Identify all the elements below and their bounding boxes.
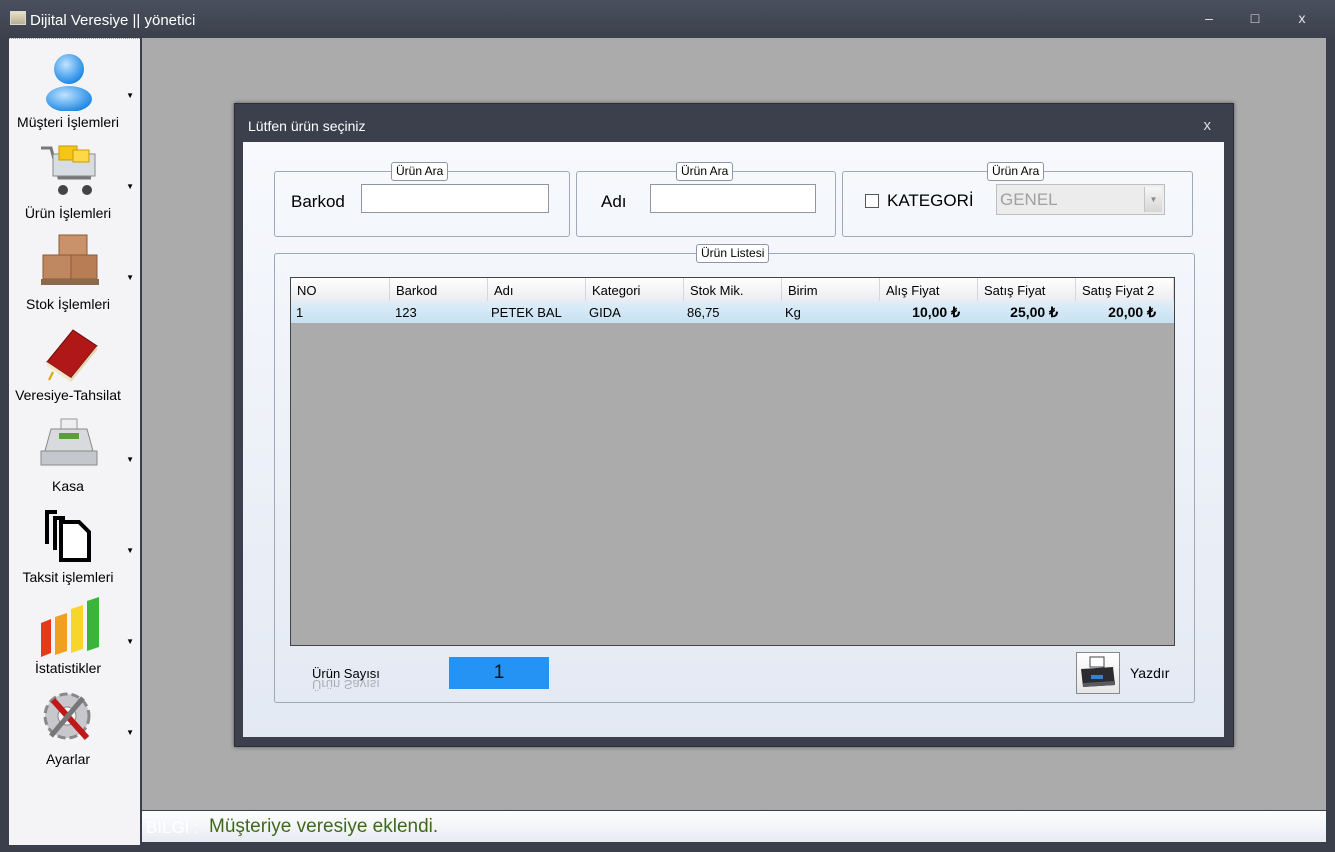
product-select-dialog: Lütfen ürün seçiniz x Ürün Ara Barkod Ür… (234, 103, 1234, 747)
column-header[interactable]: Kategori (586, 278, 684, 301)
category-select-value: GENEL (1000, 190, 1058, 209)
print-label: Yazdır (1130, 665, 1170, 681)
sidebar-item-taksit[interactable]: Taksit işlemleri ▼ (9, 498, 140, 589)
dialog-title: Lütfen ürün seçiniz (248, 118, 366, 134)
app-icon (10, 11, 26, 25)
column-header[interactable]: Alış Fiyat (880, 278, 978, 301)
user-icon (46, 54, 92, 111)
sidebar-item-veresiye[interactable]: Veresiye-Tahsilat (9, 316, 140, 407)
sidebar-item-urun[interactable]: Ürün İşlemleri ▼ (9, 134, 140, 225)
close-button[interactable]: x (1287, 10, 1317, 32)
column-header[interactable]: Satış Fiyat 2 (1076, 278, 1174, 301)
maximize-button[interactable]: □ (1240, 10, 1270, 32)
print-button[interactable] (1076, 652, 1120, 694)
table-row[interactable]: 1 123 PETEK BAL GIDA 86,75 Kg 10,00 ₺ 25… (291, 301, 1174, 323)
sidebar-item-musteri[interactable]: Müşteri İşlemleri ▼ (9, 43, 140, 134)
shopping-cart-icon (41, 145, 96, 195)
status-bar: BİLGİ : Müşteriye veresiye eklendi. (142, 811, 1326, 842)
dropdown-caret-icon: ▼ (126, 455, 134, 464)
sidebar-item-stok[interactable]: Stok İşlemleri ▼ (9, 225, 140, 316)
dialog-body: Ürün Ara Barkod Ürün Ara Adı Ürün Ara KA… (243, 142, 1224, 737)
adi-label: Adı (601, 192, 627, 211)
sidebar-item-label: Kasa (52, 478, 84, 494)
dropdown-caret-icon: ▼ (126, 182, 134, 191)
product-grid[interactable]: NO Barkod Adı Kategori Stok Mik. Birim A… (290, 277, 1175, 646)
status-message: Müşteriye veresiye eklendi. (209, 816, 439, 837)
product-count-label: Ürün Sayısı Ürün Sayısı (312, 666, 380, 692)
sidebar-item-label: Stok İşlemleri (25, 296, 111, 312)
barkod-search-input[interactable] (361, 184, 549, 213)
search-adi-group: Ürün Ara Adı (576, 162, 836, 237)
column-header[interactable]: NO (291, 278, 390, 301)
dropdown-caret-icon: ▼ (126, 546, 134, 555)
sidebar-item-kasa[interactable]: Kasa ▼ (9, 407, 140, 498)
dialog-close-button[interactable]: x (1204, 117, 1212, 134)
category-label: KATEGORİ (887, 191, 974, 210)
barkod-label: Barkod (291, 192, 345, 211)
dropdown-caret-icon: ▼ (126, 91, 134, 100)
search-kategori-group: Ürün Ara KATEGORİ GENEL ▼ (842, 162, 1193, 237)
sidebar-item-istatistik[interactable]: İstatistikler ▼ (9, 589, 140, 680)
cell-adi: PETEK BAL (491, 305, 562, 320)
column-header[interactable]: Stok Mik. (684, 278, 782, 301)
ledger-book-icon (46, 329, 98, 382)
printer-icon (1081, 656, 1115, 687)
column-header[interactable]: Satış Fiyat (978, 278, 1076, 301)
group-legend: Ürün Listesi (696, 244, 770, 263)
sidebar: Müşteri İşlemleri ▼ Ürün İşlemleri ▼ Sto… (9, 38, 140, 845)
cell-satis-fiyat: 25,00 ₺ (1010, 304, 1058, 320)
dropdown-caret-icon: ▼ (126, 273, 134, 282)
grid-header: NO Barkod Adı Kategori Stok Mik. Birim A… (291, 278, 1174, 302)
category-select[interactable]: GENEL ▼ (996, 184, 1165, 215)
product-count-label-reflection: Ürün Sayısı (312, 677, 380, 692)
settings-tools-icon (43, 692, 91, 741)
dropdown-caret-icon: ▼ (126, 728, 134, 737)
cell-birim: Kg (785, 305, 801, 320)
window-title-bar: Dijital Veresiye || yönetici – □ x (0, 0, 1335, 38)
cell-stok: 86,75 (687, 305, 720, 320)
cash-register-icon (40, 418, 98, 466)
cell-satis-fiyat-2: 20,00 ₺ (1108, 304, 1156, 320)
dropdown-caret-icon: ▼ (126, 637, 134, 646)
minimize-button[interactable]: – (1194, 10, 1224, 32)
sidebar-item-label: Veresiye-Tahsilat (15, 387, 121, 403)
cell-no: 1 (296, 305, 304, 320)
sidebar-item-label: Taksit işlemleri (22, 569, 114, 585)
sidebar-item-label: Müşteri İşlemleri (17, 114, 119, 130)
group-legend: Ürün Ara (391, 162, 449, 181)
status-label: BİLGİ : (146, 818, 199, 837)
cell-kategori: GIDA (589, 305, 621, 320)
search-barkod-group: Ürün Ara Barkod (274, 162, 570, 237)
name-search-input[interactable] (650, 184, 816, 213)
sidebar-item-label: Ürün İşlemleri (24, 205, 112, 221)
column-header[interactable]: Birim (782, 278, 880, 301)
column-header[interactable]: Adı (488, 278, 586, 301)
category-checkbox[interactable] (865, 194, 879, 208)
bar-chart-icon (41, 597, 99, 657)
product-count-value: 1 (449, 657, 549, 689)
cell-alis-fiyat: 10,00 ₺ (912, 304, 960, 320)
product-list-group: Ürün Listesi NO Barkod Adı Kategori Stok… (274, 244, 1195, 703)
group-legend: Ürün Ara (987, 162, 1045, 181)
sidebar-item-label: Ayarlar (45, 751, 91, 767)
chevron-down-icon[interactable]: ▼ (1144, 187, 1162, 212)
cell-barkod: 123 (395, 305, 417, 320)
documents-icon (45, 510, 91, 562)
sidebar-item-ayarlar[interactable]: Ayarlar ▼ (9, 680, 140, 771)
column-header[interactable]: Barkod (390, 278, 488, 301)
boxes-icon (41, 234, 99, 285)
sidebar-item-label: İstatistikler (34, 660, 102, 676)
group-legend: Ürün Ara (676, 162, 734, 181)
window-title: Dijital Veresiye || yönetici (30, 12, 196, 29)
